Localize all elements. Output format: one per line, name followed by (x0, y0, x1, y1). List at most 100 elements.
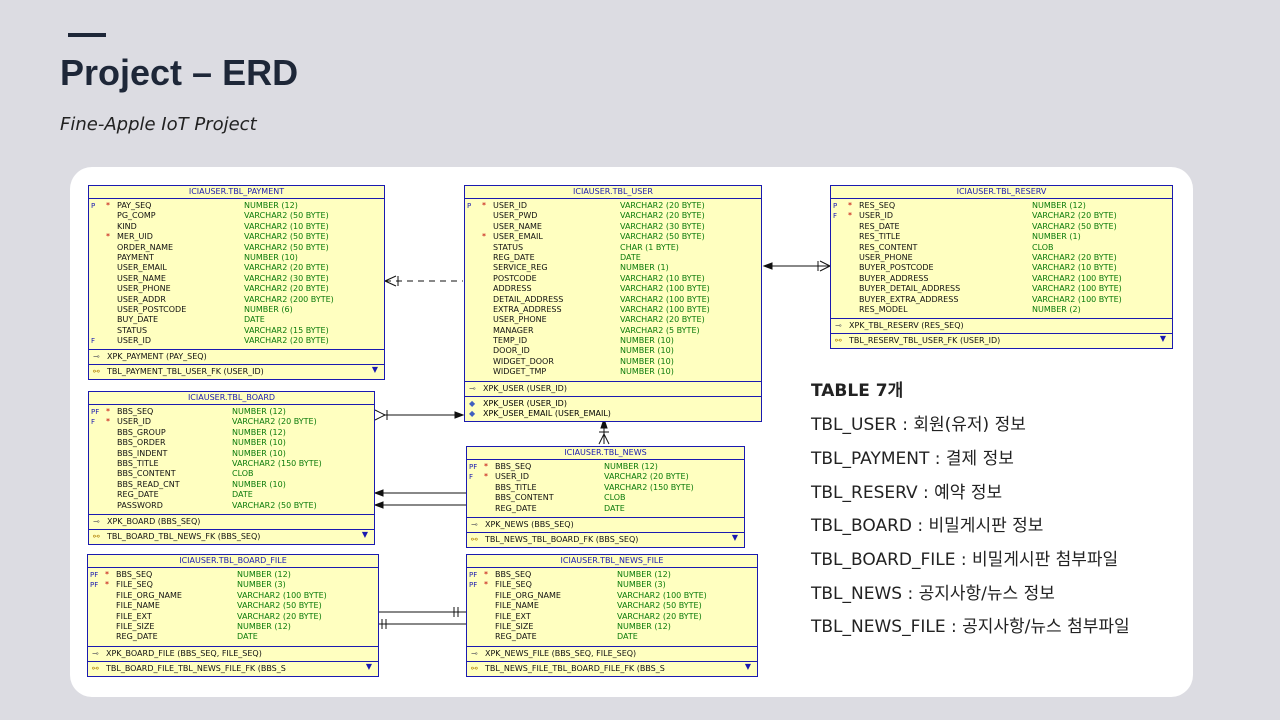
table-column: FILE_ORG_NAME VARCHAR2 (100 BYTE) (467, 591, 757, 601)
expand-icon: ▼ (365, 661, 372, 671)
column-type: DATE (604, 503, 625, 513)
column-name: REG_DATE (116, 632, 158, 642)
pk-index: ⊸ XPK_BOARD_FILE (BBS_SEQ, FILE_SEQ) (88, 645, 378, 661)
column-name: BUYER_DETAIL_ADDRESS (859, 284, 961, 294)
table-name: ICIAUSER.TBL_RESERV (831, 186, 1172, 199)
column-name: FILE_SEQ (116, 580, 153, 590)
column-name: BUYER_EXTRA_ADDRESS (859, 294, 959, 304)
column-type: VARCHAR2 (20 BYTE) (244, 284, 329, 294)
column-type: NUMBER (10) (244, 252, 298, 262)
column-type: VARCHAR2 (50 BYTE) (244, 211, 329, 221)
table-user[interactable]: ICIAUSER.TBL_USER P * USER_ID VARCHAR2 (20 … (464, 185, 762, 422)
column-name: FILE_EXT (116, 611, 152, 621)
column-name: RES_MODEL (859, 304, 908, 314)
table-column: FILE_EXT VARCHAR2 (20 BYTE) (467, 612, 757, 622)
expand-icon: ▼ (361, 529, 368, 539)
column-type: VARCHAR2 (100 BYTE) (1032, 284, 1122, 294)
key-marker: P (467, 202, 472, 210)
column-type: NUMBER (12) (244, 201, 298, 210)
table-payment[interactable]: ICIAUSER.TBL_PAYMENT P * PAY_SEQ NUMBER (12… (88, 185, 385, 381)
key-marker: PF (90, 581, 99, 590)
table-column: F USER_ID VARCHAR2 (20 BYTE) (89, 336, 384, 346)
column-type: VARCHAR2 (50 BYTE) (237, 601, 322, 611)
column-type: NUMBER (12) (1032, 201, 1086, 210)
table-news-file[interactable]: ICIAUSER.TBL_NEWS_FILE PF * BBS_SEQ NUMBER … (466, 554, 758, 677)
table-column: FILE_SIZE NUMBER (12) (467, 622, 757, 632)
column-name: MANAGER (493, 325, 534, 335)
column-name: USER_NAME (117, 273, 166, 283)
table-board-file[interactable]: ICIAUSER.TBL_BOARD_FILE PF * BBS_SEQ NUMBER… (87, 554, 379, 677)
table-column: FILE_EXT VARCHAR2 (20 BYTE) (88, 612, 378, 622)
table-column: ADDRESS VARCHAR2 (100 BYTE) (465, 284, 761, 294)
column-name: KIND (117, 221, 137, 231)
table-column: FILE_SIZE NUMBER (12) (88, 622, 378, 632)
table-reserv[interactable]: ICIAUSER.TBL_RESERV P * RES_SEQ NUMBER (12)… (830, 185, 1173, 350)
column-type: NUMBER (2) (1032, 304, 1081, 314)
column-type: VARCHAR2 (20 BYTE) (1032, 252, 1117, 262)
fk-icon: ⚯ (92, 663, 99, 673)
column-type: VARCHAR2 (15 BYTE) (244, 325, 329, 335)
summary-item-user: TBL_USER : 회원(유저) 정보 (811, 415, 1026, 435)
column-name: RES_SEQ (859, 201, 896, 210)
column-type: NUMBER (10) (620, 336, 674, 346)
fk-icon: ⚯ (471, 663, 478, 673)
required-marker: * (848, 211, 852, 221)
required-marker: * (848, 201, 852, 210)
table-column: PF * BBS_SEQ NUMBER (12) (467, 462, 744, 472)
column-type: VARCHAR2 (100 BYTE) (617, 590, 707, 600)
column-type: NUMBER (12) (604, 462, 658, 471)
column-name: BUY_DATE (117, 315, 159, 325)
expand-icon: ▼ (744, 661, 751, 671)
table-name: ICIAUSER.TBL_USER (465, 186, 761, 199)
table-column: BBS_READ_CNT NUMBER (10) (89, 480, 374, 490)
table-column: F * USER_ID VARCHAR2 (20 BYTE) (831, 211, 1172, 221)
column-type: VARCHAR2 (100 BYTE) (620, 284, 710, 294)
column-name: FILE_SIZE (116, 621, 155, 631)
table-column: RES_MODEL NUMBER (2) (831, 305, 1172, 315)
column-type: VARCHAR2 (20 BYTE) (237, 611, 322, 621)
table-column: STATUS CHAR (1 BYTE) (465, 243, 761, 253)
column-type: VARCHAR2 (20 BYTE) (1032, 211, 1117, 221)
table-column: F * USER_ID VARCHAR2 (20 BYTE) (89, 417, 374, 427)
column-name: BBS_GROUP (117, 427, 166, 437)
column-name: SERVICE_REG (493, 263, 548, 273)
table-column: REG_DATE DATE (465, 253, 761, 263)
pk-index: ⊸ XPK_PAYMENT (PAY_SEQ) (89, 349, 384, 364)
summary-item-payment: TBL_PAYMENT : 결제 정보 (811, 449, 1014, 469)
column-type: NUMBER (12) (237, 570, 291, 579)
table-column: BUYER_DETAIL_ADDRESS VARCHAR2 (100 BYTE) (831, 284, 1172, 294)
column-name: USER_ADDR (117, 294, 166, 304)
column-type: VARCHAR2 (150 BYTE) (604, 482, 694, 492)
table-column: FILE_ORG_NAME VARCHAR2 (100 BYTE) (88, 591, 378, 601)
table-column: BUYER_ADDRESS VARCHAR2 (100 BYTE) (831, 274, 1172, 284)
column-name: USER_ID (117, 417, 152, 427)
table-column: REG_DATE DATE (89, 490, 374, 500)
column-name: FILE_ORG_NAME (116, 590, 182, 600)
table-column: F * USER_ID VARCHAR2 (20 BYTE) (467, 472, 744, 482)
table-column: SERVICE_REG NUMBER (1) (465, 263, 761, 273)
summary-item-reserv: TBL_RESERV : 예약 정보 (811, 483, 1003, 503)
table-column: USER_PHONE VARCHAR2 (20 BYTE) (831, 253, 1172, 263)
table-column: USER_POSTCODE NUMBER (6) (89, 305, 384, 315)
column-type: CLOB (232, 469, 254, 479)
column-type: VARCHAR2 (10 BYTE) (244, 221, 329, 231)
rel-news-user (598, 417, 610, 445)
table-news[interactable]: ICIAUSER.TBL_NEWS PF * BBS_SEQ NUMBER (12) F… (466, 446, 745, 548)
table-name: ICIAUSER.TBL_PAYMENT (89, 186, 384, 199)
column-type: VARCHAR2 (10 BYTE) (620, 273, 705, 283)
column-name: BBS_CONTENT (117, 469, 176, 479)
fk-icon: ⚯ (93, 367, 100, 377)
table-column: PF * BBS_SEQ NUMBER (12) (467, 570, 757, 580)
expand-icon: ▼ (1159, 334, 1166, 344)
column-type: VARCHAR2 (20 BYTE) (620, 201, 705, 210)
column-type: NUMBER (12) (617, 621, 671, 631)
table-board[interactable]: ICIAUSER.TBL_BOARD PF * BBS_SEQ NUMBER (12)… (88, 391, 375, 545)
column-name: USER_EMAIL (493, 232, 543, 242)
table-column: FILE_NAME VARCHAR2 (50 BYTE) (88, 601, 378, 611)
required-marker: * (482, 201, 486, 210)
column-type: DATE (617, 632, 638, 642)
column-name: FILE_ORG_NAME (495, 590, 561, 600)
column-type: VARCHAR2 (50 BYTE) (1032, 221, 1117, 231)
table-column: MANAGER VARCHAR2 (5 BYTE) (465, 326, 761, 336)
rel-boardfile-newsfile (379, 607, 466, 629)
